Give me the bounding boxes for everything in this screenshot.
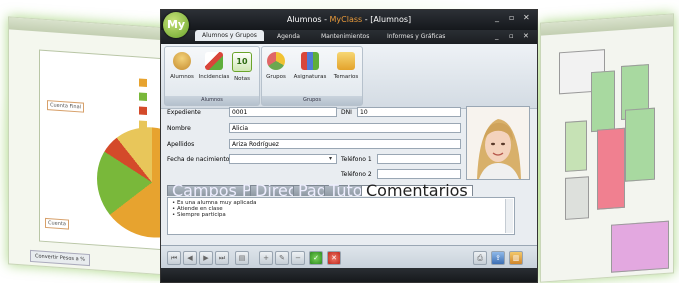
telefono1-input[interactable] — [377, 154, 461, 164]
legend-swatch — [139, 92, 147, 102]
title-bar: Alumnos - MyClass - [Alumnos] _ ▫ ✕ — [161, 10, 537, 30]
incidencias-button[interactable]: Incidencias — [197, 50, 231, 92]
chart-legend — [139, 78, 147, 135]
ribbon-group-label: Alumnos — [165, 96, 259, 105]
agenda-event — [565, 176, 589, 220]
record-toolbar: ⏮ ◀ ▶ ⏭ ▤ + ✎ − ✓ ✕ ⎙ ⇪ ▥ — [161, 245, 537, 268]
telefono2-label: Teléfono 2 — [341, 171, 372, 178]
chart-preview-window: Cuenta Final Cuenta — [8, 16, 170, 276]
main-window: Alumnos - MyClass - [Alumnos] _ ▫ ✕ My A… — [160, 9, 538, 283]
grupos-button[interactable]: Grupos — [262, 50, 290, 92]
export-icon[interactable]: ⇪ — [491, 251, 505, 265]
maximize-button[interactable]: ▫ — [509, 13, 514, 22]
expediente-label: Expediente — [167, 109, 201, 116]
comment-text: Siempre participa — [177, 212, 226, 218]
fecha-nacimiento-label: Fecha de nacimiento — [167, 156, 230, 163]
alumnos-button-label: Alumnos — [170, 74, 194, 80]
printer-icon[interactable]: ⎙ — [473, 251, 487, 265]
ribbon-group-alumnos: Alumnos Incidencias 10 Notas Alumnos — [164, 46, 260, 106]
save-icon[interactable]: ✓ — [309, 251, 323, 265]
ribbon-group-label: Grupos — [262, 96, 362, 105]
dni-label: DNI — [341, 109, 352, 116]
chart-label-bottom: Cuenta — [45, 217, 69, 230]
title-appname: MyClass — [329, 15, 363, 24]
checklist-icon — [205, 52, 223, 70]
vertical-scrollbar[interactable] — [505, 199, 513, 233]
legend-swatch — [139, 78, 147, 88]
legend-swatch — [139, 120, 147, 130]
asignaturas-button[interactable]: Asignaturas — [290, 50, 330, 92]
apellidos-label: Apellidos — [167, 141, 195, 148]
first-record-icon[interactable]: ⏮ — [167, 251, 181, 265]
mdi-minimize-button[interactable]: _ — [495, 32, 499, 40]
agenda-event — [565, 120, 587, 172]
last-record-icon[interactable]: ⏭ — [215, 251, 229, 265]
agenda-event — [611, 220, 669, 273]
tab-agenda[interactable]: Agenda — [277, 33, 300, 40]
fecha-nacimiento-input[interactable] — [229, 154, 337, 164]
print-icon[interactable]: ▤ — [235, 251, 249, 265]
ribbon: Alumnos Incidencias 10 Notas Alumnos Gru… — [161, 44, 537, 109]
ribbon-group-grupos: Grupos Asignaturas Temarios Grupos — [261, 46, 363, 106]
agenda-event — [597, 127, 625, 210]
title-suffix: - [Alumnos] — [362, 15, 412, 24]
student-icon — [173, 52, 191, 70]
new-record-icon[interactable]: + — [259, 251, 273, 265]
chevron-down-icon[interactable]: ▾ — [329, 155, 332, 162]
group-icon — [267, 52, 285, 70]
window-title: Alumnos - MyClass - [Alumnos] — [161, 15, 537, 24]
notas-button-label: Notas — [234, 76, 250, 82]
nombre-label: Nombre — [167, 125, 191, 132]
app-logo[interactable]: My — [163, 12, 189, 38]
agenda-event — [625, 107, 655, 182]
temarios-button[interactable]: Temarios — [330, 50, 362, 92]
incidencias-button-label: Incidencias — [198, 74, 230, 80]
bottom-bar — [161, 268, 537, 282]
telefono1-label: Teléfono 1 — [341, 156, 372, 163]
expediente-input[interactable]: 0001 — [229, 107, 337, 117]
cancel-icon[interactable]: ✕ — [327, 251, 341, 265]
notas-button[interactable]: 10 Notas — [227, 50, 257, 92]
edit-record-icon[interactable]: ✎ — [275, 251, 289, 265]
student-photo[interactable] — [466, 106, 530, 180]
alumnos-button[interactable]: Alumnos — [165, 50, 199, 92]
mdi-restore-button[interactable]: ▫ — [509, 32, 514, 40]
title-prefix: Alumnos - — [286, 15, 330, 24]
asignaturas-button-label: Asignaturas — [293, 74, 327, 80]
dni-input[interactable]: 10 — [357, 107, 461, 117]
tab-alumnos-y-grupos[interactable]: Alumnos y Grupos — [195, 30, 264, 41]
folder-icon — [337, 52, 355, 70]
books-icon — [301, 52, 319, 70]
agenda-preview-window — [540, 13, 674, 283]
tab-informes-y-graficas[interactable]: Informes y Gráficas — [387, 33, 445, 40]
tab-comentarios[interactable]: Comentarios — [361, 183, 473, 199]
comments-textarea[interactable]: • Es una alumna muy aplicada • Atiende e… — [167, 197, 515, 235]
report-icon[interactable]: ▥ — [509, 251, 523, 265]
apellidos-input[interactable]: Ariza Rodríguez — [229, 139, 461, 149]
grupos-button-label: Grupos — [266, 74, 286, 80]
previous-record-icon[interactable]: ◀ — [183, 251, 197, 265]
student-photo-image — [467, 107, 529, 179]
telefono2-input[interactable] — [377, 169, 461, 179]
next-record-icon[interactable]: ▶ — [199, 251, 213, 265]
temarios-button-label: Temarios — [333, 74, 359, 80]
close-button[interactable]: ✕ — [523, 13, 530, 22]
nombre-input[interactable]: Alicia — [229, 123, 461, 133]
comment-line: • Siempre participa — [172, 212, 226, 218]
grade-icon: 10 — [232, 52, 252, 72]
agenda-event — [591, 70, 615, 133]
mdi-close-button[interactable]: ✕ — [523, 32, 529, 40]
delete-record-icon[interactable]: − — [291, 251, 305, 265]
tab-mantenimientos[interactable]: Mantenimientos — [321, 33, 369, 40]
legend-swatch — [139, 106, 147, 116]
minimize-button[interactable]: _ — [495, 13, 499, 22]
menu-bar: Alumnos y Grupos Agenda Mantenimientos I… — [161, 30, 537, 44]
